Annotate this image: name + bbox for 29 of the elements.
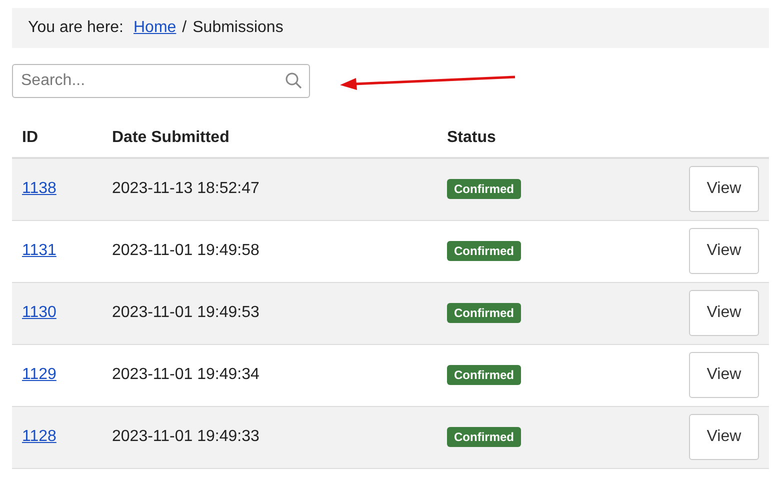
view-button[interactable]: View [689,166,759,212]
search-field[interactable]: Search... [12,64,310,98]
table-cell: 2023-11-01 19:49:53 [112,304,260,321]
table-cell: 2023-11-01 19:49:58 [112,242,260,259]
id-link[interactable]: 1130 [22,304,56,321]
breadcrumb-separator: / [182,19,187,37]
id-link[interactable]: 1129 [22,366,56,383]
id-link[interactable]: 1128 [22,428,56,445]
current-page: Submissions [192,19,284,37]
table-cell: 2023-11-01 19:49:33 [112,428,260,445]
status-badge: Confirmed [447,427,521,447]
home-link[interactable]: Home [133,19,176,37]
breadcrumb-label: You are here: [28,19,124,37]
table-cell: 2023-11-01 19:49:34 [112,366,260,383]
view-button[interactable]: View [689,352,759,398]
status-badge: Confirmed [447,241,521,261]
id-link[interactable]: 1131 [22,242,56,259]
search-icon [285,72,302,89]
view-button[interactable]: View [689,228,759,274]
view-button[interactable]: View [689,414,759,460]
id-link[interactable]: 1138 [22,180,56,198]
column-header: Status [447,128,496,146]
column-header: ID [22,128,38,146]
status-badge: Confirmed [447,303,521,323]
column-header: Date Submitted [112,128,230,146]
status-badge: Confirmed [447,365,521,385]
status-badge: Confirmed [447,179,521,200]
view-button[interactable]: View [689,290,759,336]
table-cell: 2023-11-13 18:52:47 [112,180,260,198]
